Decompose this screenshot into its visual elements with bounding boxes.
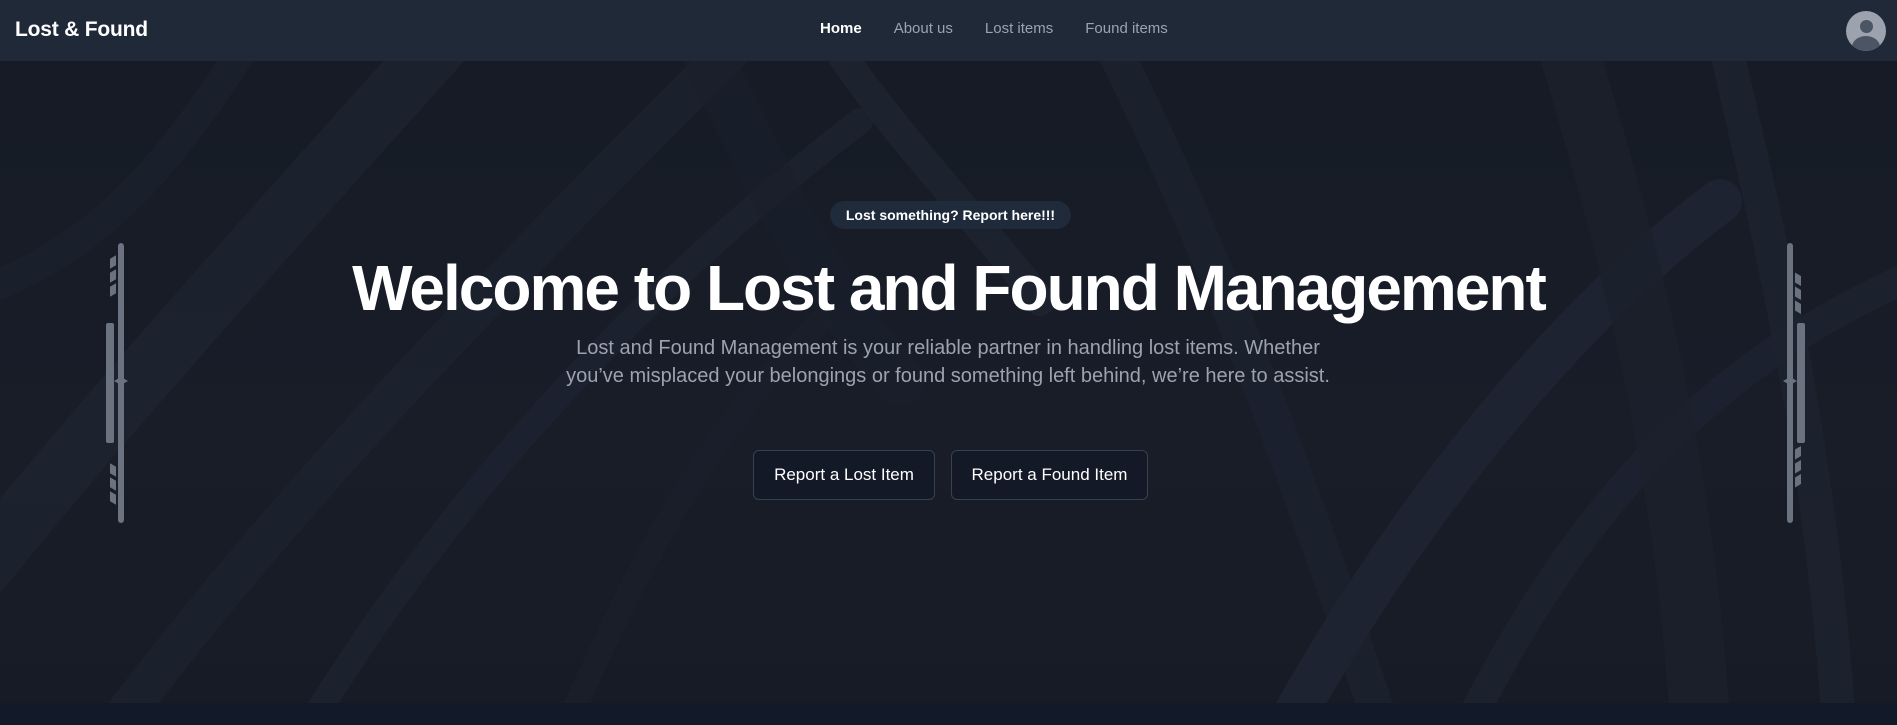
- brand-logo[interactable]: Lost & Found: [15, 18, 148, 42]
- hero-badge: Lost something? Report here!!!: [830, 201, 1071, 229]
- hero-title: Welcome to Lost and Found Management: [352, 252, 1547, 324]
- nav-link-about-us[interactable]: About us: [894, 20, 953, 37]
- nav-link-lost-items[interactable]: Lost items: [985, 20, 1053, 37]
- nav-link-home[interactable]: Home: [820, 20, 862, 37]
- hero-section: Lost something? Report here!!! Welcome t…: [0, 61, 1897, 703]
- top-navbar: Lost & Found Home About us Lost items Fo…: [0, 0, 1897, 61]
- avatar-body-shape: [1852, 36, 1880, 51]
- main-nav: Home About us Lost items Found items: [820, 20, 1168, 37]
- page-bottom-strip: [0, 703, 1897, 725]
- report-found-item-button[interactable]: Report a Found Item: [951, 450, 1148, 500]
- hero-description: Lost and Found Management is your reliab…: [566, 337, 1330, 387]
- report-lost-item-button[interactable]: Report a Lost Item: [753, 450, 935, 500]
- avatar-head-shape: [1860, 20, 1873, 33]
- user-avatar-icon[interactable]: [1846, 11, 1886, 51]
- nav-link-found-items[interactable]: Found items: [1085, 20, 1168, 37]
